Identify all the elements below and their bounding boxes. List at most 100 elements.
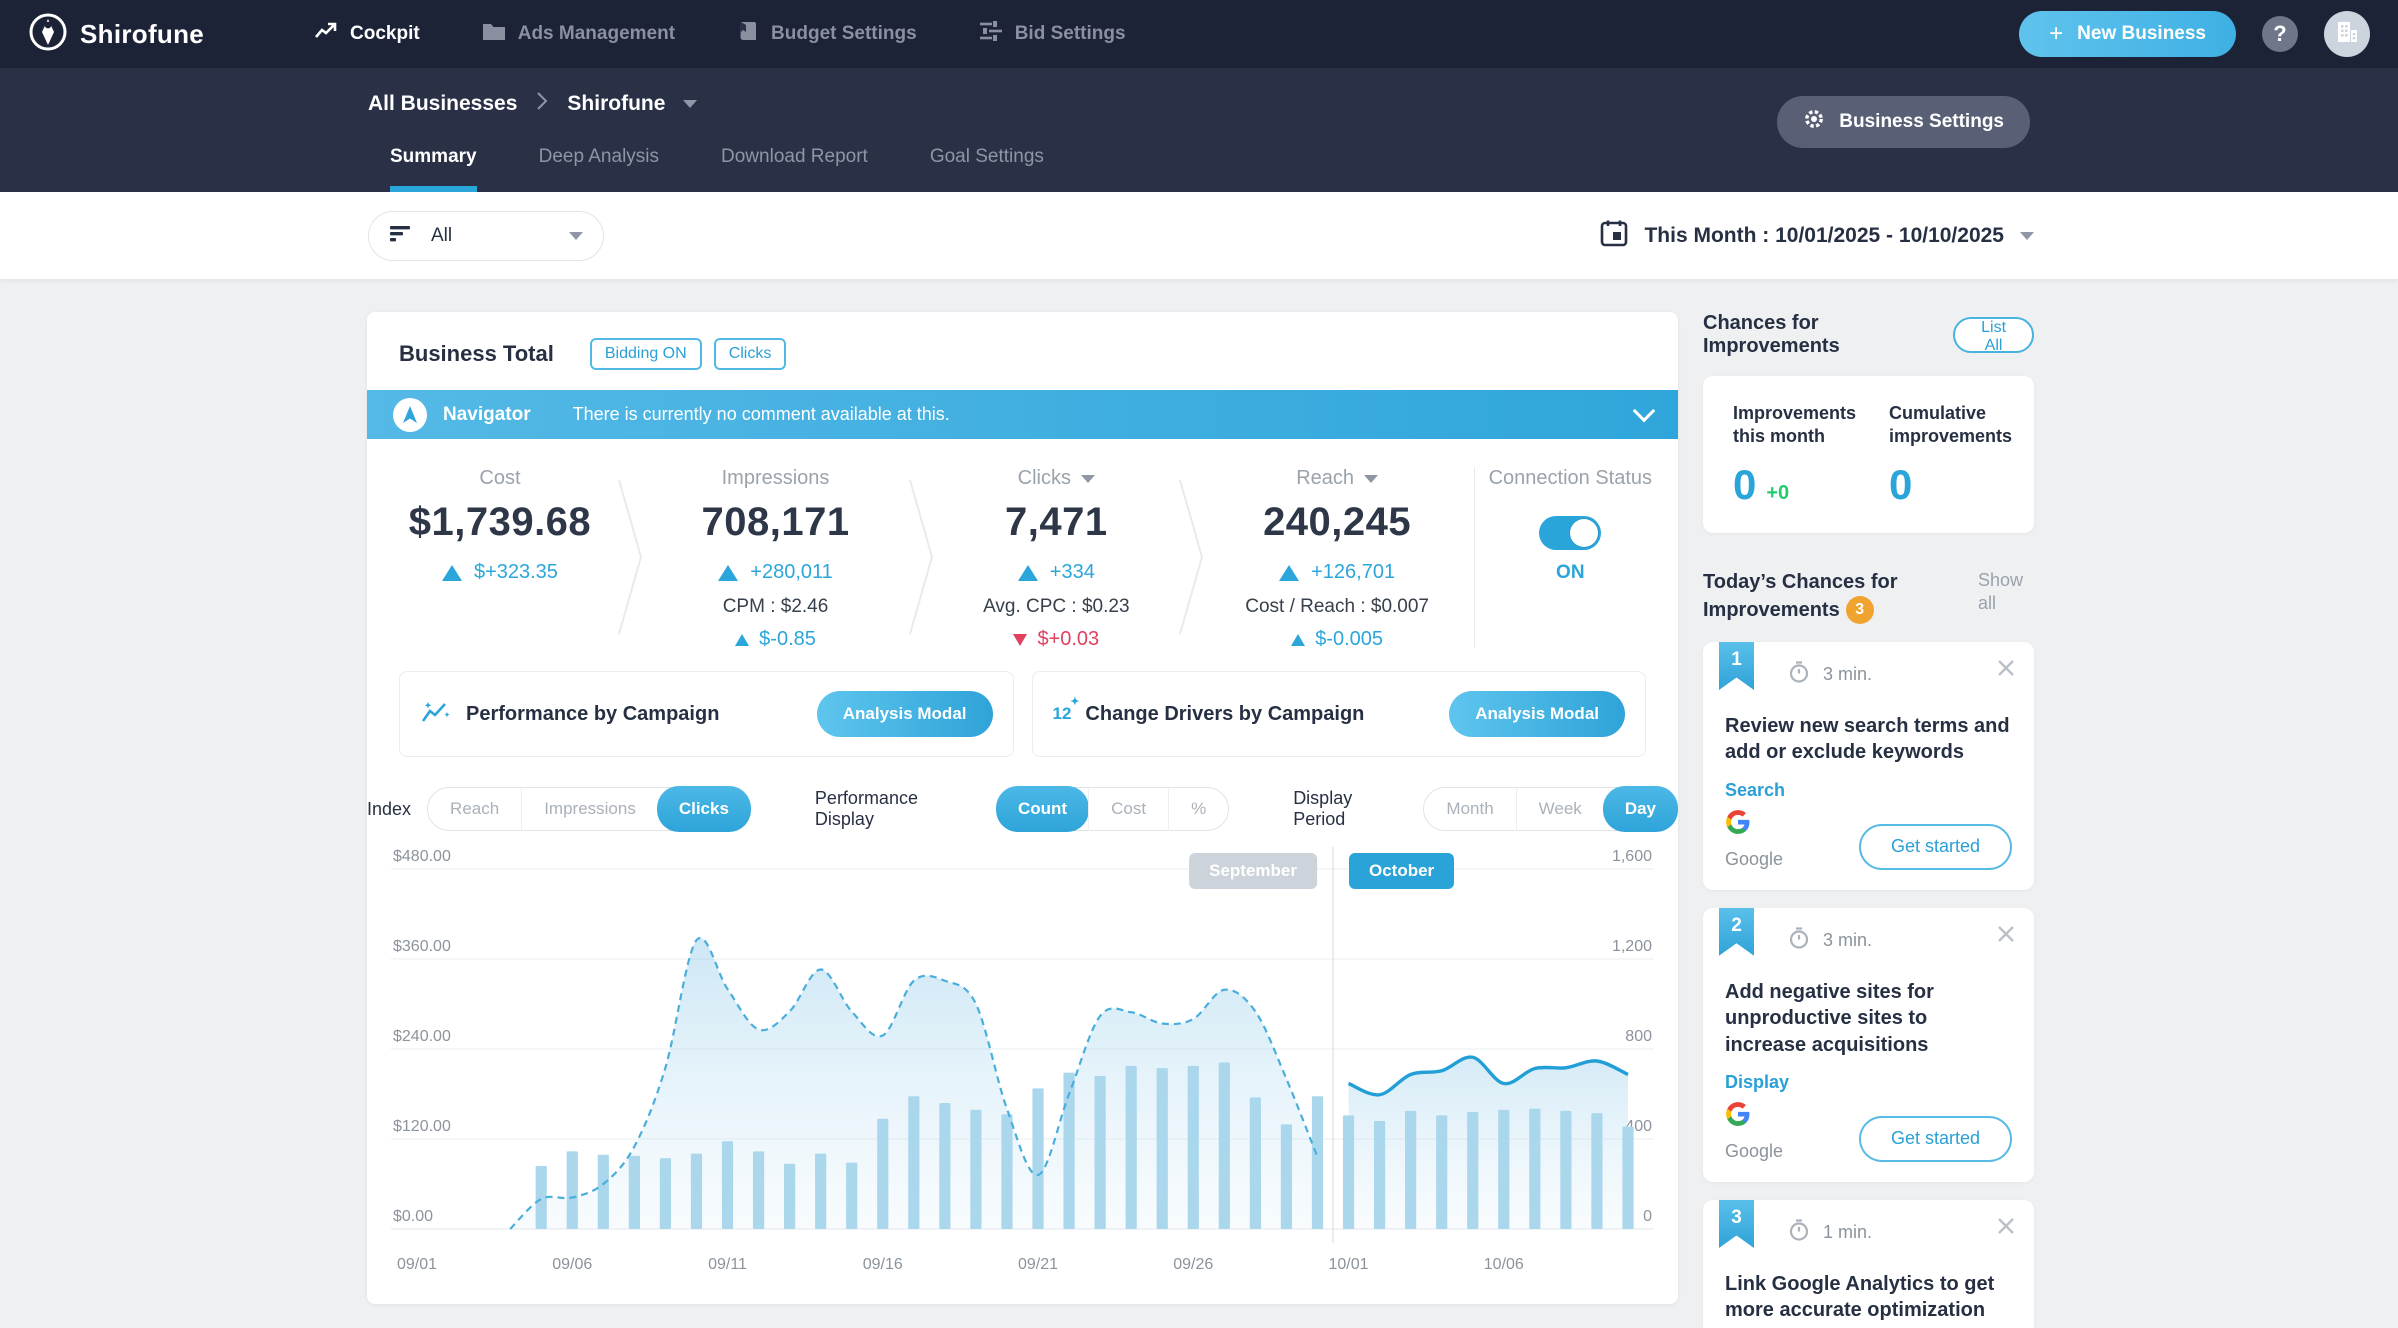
new-business-button[interactable]: + New Business [2019,11,2236,57]
september-badge[interactable]: September [1189,853,1317,889]
close-icon[interactable] [1996,924,2016,949]
breadcrumb: All Businesses Shirofune [368,68,2398,117]
svg-text:09/16: 09/16 [863,1256,903,1273]
nav-item-label: Cockpit [350,23,420,45]
performance-display-control: Performance Display Count Cost % [815,787,1229,831]
nav-item-label: Budget Settings [771,23,917,45]
get-started-button[interactable]: Get started [1859,824,2012,870]
improvement-card-2: 2 3 min. Add negative sites for unproduc… [1703,908,2034,1182]
display-period-control: Display Period Month Week Day [1293,787,1678,831]
show-all-link[interactable]: Show all [1978,569,2034,624]
period-option-month[interactable]: Month [1424,787,1515,831]
clicks-badge: Clicks [714,338,787,370]
delta-up-icon [718,565,738,581]
index-option-reach[interactable]: Reach [428,787,521,831]
analysis-modal-button[interactable]: Analysis Modal [817,691,993,737]
performance-by-campaign-panel: Performance by Campaign Analysis Modal [399,671,1014,757]
svg-text:10/06: 10/06 [1484,1256,1524,1273]
tab-deep-analysis[interactable]: Deep Analysis [539,146,659,192]
rank-ribbon: 1 [1719,642,1754,690]
channel-label: Search [1725,780,2012,801]
display-option-cost[interactable]: Cost [1088,787,1168,831]
svg-text:$0.00: $0.00 [393,1208,433,1225]
change-drivers-panel: 12✦ Change Drivers by Campaign Analysis … [1032,671,1647,757]
delta-up-icon [1279,565,1299,581]
platform-label: Google [1725,1141,1783,1162]
delta-up-icon [442,565,462,581]
close-icon[interactable] [1996,658,2016,683]
index-option-impressions[interactable]: Impressions [521,787,658,831]
svg-text:09/01: 09/01 [397,1256,437,1273]
close-icon[interactable] [1996,1216,2016,1241]
panel-title: Performance by Campaign [466,703,719,726]
cumulative-value: 0 [1889,461,1912,509]
navigator-banner: Navigator There is currently no comment … [367,390,1678,439]
folder-icon [482,21,506,47]
performance-display-segmented: Count Cost % [996,787,1229,831]
account-avatar[interactable] [2324,11,2370,57]
improvements-month-value: 0 [1733,461,1756,509]
display-option-count[interactable]: Count [996,786,1089,832]
svg-text:$480.00: $480.00 [393,848,451,865]
metric-delta: +280,011 [750,561,833,584]
rank-ribbon: 3 [1719,1200,1754,1248]
brand-logo[interactable]: Shirofune [28,12,204,57]
chevron-down-icon[interactable] [1081,475,1095,483]
list-all-button[interactable]: List All [1953,317,2034,353]
chevron-down-icon[interactable] [683,100,697,108]
metric-value: 7,471 [1005,500,1108,545]
help-icon[interactable]: ? [2262,16,2298,52]
tab-goal-settings[interactable]: Goal Settings [930,146,1044,192]
period-option-day[interactable]: Day [1603,786,1678,832]
tab-download-report[interactable]: Download Report [721,146,868,192]
performance-display-label: Performance Display [815,788,980,830]
october-badge[interactable]: October [1349,853,1454,889]
business-settings-label: Business Settings [1839,111,2004,133]
time-estimate: 3 min. [1823,930,1872,951]
index-label: Index [367,799,411,820]
date-range-picker[interactable]: This Month : 10/01/2025 - 10/10/2025 [1600,219,2034,252]
metric-sub-label: CPM : $2.46 [723,596,829,618]
get-started-button[interactable]: Get started [1859,1116,2012,1162]
connection-status: Connection Status ON [1481,463,1660,651]
chevron-down-icon[interactable] [1364,475,1378,483]
business-settings-button[interactable]: Business Settings [1777,96,2030,148]
chevron-down-icon [569,232,583,240]
tab-bar: Summary Deep Analysis Download Report Go… [390,146,1044,192]
improvements-sidebar: Chances for Improvements List All Improv… [1703,312,2034,1328]
metric-sub-delta: $-0.85 [759,628,816,651]
nav-item-bid-settings[interactable]: Bid Settings [979,20,1126,48]
metric-label: Impressions [722,467,830,490]
tab-summary[interactable]: Summary [390,146,477,192]
topnav-right: + New Business ? [2019,11,2370,57]
index-option-clicks[interactable]: Clicks [657,786,751,832]
scope-filter-dropdown[interactable]: All [368,211,604,261]
breadcrumb-current-business[interactable]: Shirofune [567,92,665,116]
svg-text:0: 0 [1643,1208,1652,1225]
shirofune-logo-icon [28,12,68,57]
analysis-modal-button[interactable]: Analysis Modal [1449,691,1625,737]
nav-item-budget-settings[interactable]: Budget Settings [737,20,917,48]
toggle-knob [1570,519,1598,547]
chevron-down-icon [2020,232,2034,240]
display-option-percent[interactable]: % [1168,787,1228,831]
svg-text:10/01: 10/01 [1329,1256,1369,1273]
calendar-icon [1600,219,1628,252]
metric-separator [615,463,645,651]
metric-separator [906,463,936,651]
nav-item-cockpit[interactable]: Cockpit [314,21,420,47]
chart-section: $480.00$360.00$240.00$120.00$0.001,6001,… [367,847,1678,1282]
today-chances-header: Today’s Chances for Improvements3 Show a… [1703,569,2034,624]
improvement-card-3: 3 1 min. Link Google Analytics to get mo… [1703,1200,2034,1328]
improvements-month-label: Improvements this month [1733,402,1863,449]
breadcrumb-all-businesses[interactable]: All Businesses [368,92,517,116]
nav-item-ads-management[interactable]: Ads Management [482,21,675,47]
platform-info: Google [1725,1101,1783,1162]
chevron-down-icon[interactable] [1633,399,1656,422]
svg-text:09/26: 09/26 [1173,1256,1213,1273]
connection-toggle[interactable] [1539,516,1601,550]
business-total-card: Business Total Bidding ON Clicks Navigat… [367,312,1678,1304]
google-icon [1725,1101,1751,1132]
metric-impressions: Impressions 708,171 +280,011 CPM : $2.46… [645,463,906,651]
period-option-week[interactable]: Week [1516,787,1604,831]
